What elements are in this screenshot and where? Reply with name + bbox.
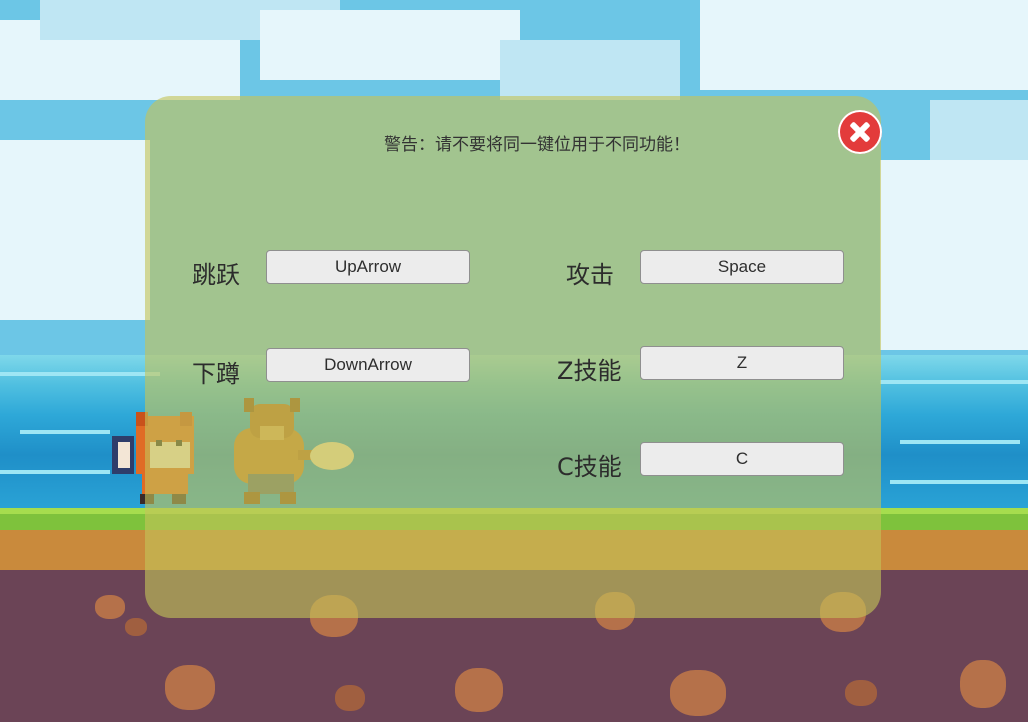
- wave: [0, 470, 110, 474]
- rock: [95, 595, 125, 619]
- rock: [670, 670, 726, 716]
- rock: [165, 665, 215, 710]
- rock: [455, 668, 503, 712]
- crouch-key-button[interactable]: DownArrow: [266, 348, 470, 382]
- z-skill-key-button[interactable]: Z: [640, 346, 844, 380]
- cloud: [0, 140, 150, 320]
- jump-label: 跳跃: [192, 261, 240, 289]
- rock: [125, 618, 147, 636]
- rock: [335, 685, 365, 711]
- cloud: [700, 0, 1028, 90]
- wave: [0, 372, 160, 376]
- cloud: [500, 40, 680, 100]
- crouch-label: 下蹲: [192, 360, 240, 388]
- c-skill-label: C技能: [557, 453, 622, 481]
- attack-label: 攻击: [566, 261, 614, 289]
- z-skill-label: Z技能: [557, 357, 622, 385]
- attack-key-button[interactable]: Space: [640, 250, 844, 284]
- wave: [20, 430, 110, 434]
- cloud: [260, 10, 520, 80]
- wave: [880, 380, 1028, 384]
- wave: [890, 480, 1028, 484]
- cloud: [880, 160, 1028, 350]
- c-skill-key-button[interactable]: C: [640, 442, 844, 476]
- close-button[interactable]: [838, 110, 882, 154]
- wave: [900, 440, 1020, 444]
- rock: [960, 660, 1006, 708]
- jump-key-button[interactable]: UpArrow: [266, 250, 470, 284]
- rock: [845, 680, 877, 706]
